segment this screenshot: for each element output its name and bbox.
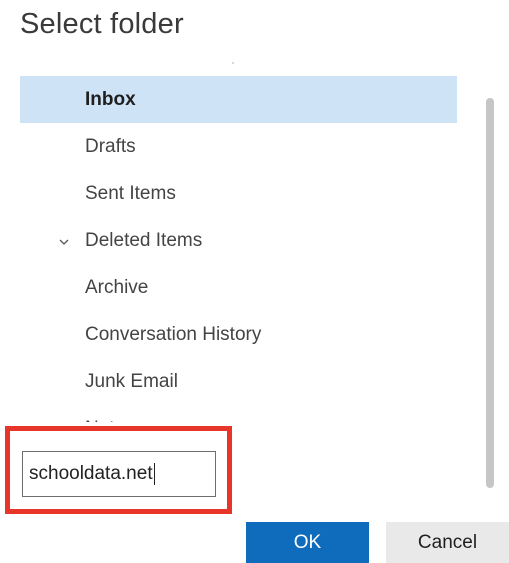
folder-item-label: Archive bbox=[85, 277, 149, 298]
text-caret bbox=[153, 462, 155, 485]
folder-item-sent-items[interactable]: Sent Items bbox=[20, 170, 457, 217]
folder-item-conversation-history[interactable]: Conversation History bbox=[20, 311, 457, 358]
select-folder-dialog: Select folder Inbox Drafts Sent Items De… bbox=[0, 0, 509, 563]
folder-item-archive[interactable]: Archive bbox=[20, 264, 457, 311]
folder-item-deleted-items[interactable]: Deleted Items bbox=[20, 217, 457, 264]
folder-item-label: Conversation History bbox=[85, 324, 262, 345]
folder-item-inbox[interactable]: Inbox bbox=[20, 76, 457, 123]
dialog-title: Select folder bbox=[20, 8, 184, 40]
new-folder-name-value: schooldata.net bbox=[29, 463, 153, 484]
chevron-down-icon[interactable] bbox=[58, 217, 70, 264]
folder-item-label: Inbox bbox=[85, 89, 136, 110]
folder-item-label: Notes bbox=[85, 405, 135, 422]
folder-item-notes[interactable]: Notes bbox=[20, 405, 457, 422]
folder-item-label: Junk Email bbox=[85, 371, 178, 392]
folder-item-label: Sent Items bbox=[85, 183, 176, 204]
folder-item-label: Drafts bbox=[85, 136, 136, 157]
folder-list: Inbox Drafts Sent Items Deleted Items Ar… bbox=[20, 76, 457, 422]
ok-button[interactable]: OK bbox=[246, 522, 369, 563]
folder-item-drafts[interactable]: Drafts bbox=[20, 123, 457, 170]
new-folder-name-input[interactable]: schooldata.net bbox=[22, 451, 216, 497]
folder-item-label: Deleted Items bbox=[85, 230, 203, 251]
folder-list-scrollbar[interactable] bbox=[486, 98, 494, 488]
decorative-dot bbox=[232, 62, 234, 64]
folder-item-junk-email[interactable]: Junk Email bbox=[20, 358, 457, 405]
cancel-button[interactable]: Cancel bbox=[386, 522, 509, 563]
